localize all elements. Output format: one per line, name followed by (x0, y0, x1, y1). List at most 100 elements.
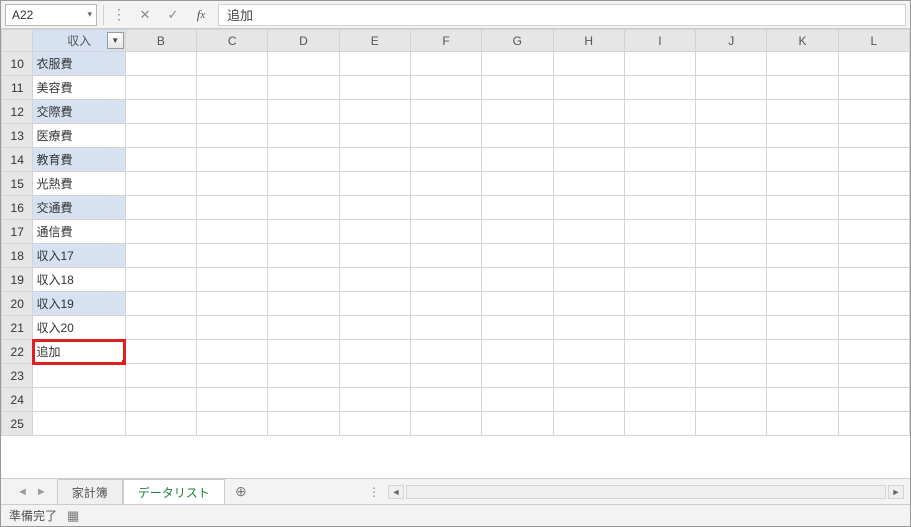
cell[interactable] (197, 292, 268, 316)
cell[interactable] (482, 316, 553, 340)
row-header[interactable]: 13 (2, 124, 33, 148)
cell[interactable] (838, 124, 909, 148)
cell[interactable] (696, 196, 767, 220)
cell[interactable] (410, 148, 481, 172)
cell[interactable] (268, 412, 339, 436)
cell[interactable] (838, 100, 909, 124)
cell[interactable] (696, 412, 767, 436)
hscroll-left-button[interactable]: ◄ (388, 485, 404, 499)
cell[interactable] (197, 388, 268, 412)
cell[interactable] (482, 100, 553, 124)
cell[interactable] (838, 244, 909, 268)
cell[interactable] (268, 244, 339, 268)
cell[interactable] (482, 220, 553, 244)
cell[interactable]: 医療費 (33, 124, 125, 148)
cell[interactable]: 美容費 (33, 76, 125, 100)
cell[interactable] (696, 340, 767, 364)
cell[interactable] (624, 364, 695, 388)
horizontal-scrollbar[interactable]: ◄ ► (388, 485, 910, 499)
cell[interactable] (339, 412, 410, 436)
cell[interactable] (838, 172, 909, 196)
cell[interactable] (339, 244, 410, 268)
cell[interactable] (268, 148, 339, 172)
cell[interactable] (553, 412, 624, 436)
cell[interactable] (553, 364, 624, 388)
cell[interactable] (125, 364, 196, 388)
cell[interactable] (268, 196, 339, 220)
cell[interactable] (410, 172, 481, 196)
cell[interactable] (696, 388, 767, 412)
cell[interactable]: 交際費 (33, 100, 125, 124)
cell[interactable] (339, 268, 410, 292)
cell[interactable] (767, 268, 838, 292)
column-header[interactable]: I (624, 30, 695, 52)
cell[interactable] (696, 52, 767, 76)
cell[interactable] (410, 268, 481, 292)
worksheet-area[interactable]: 収入▼BCDEFGHIJKL 10衣服費11美容費12交際費13医療費14教育費… (1, 29, 910, 479)
cell[interactable] (696, 76, 767, 100)
cell[interactable] (624, 100, 695, 124)
cell[interactable] (838, 292, 909, 316)
column-header[interactable]: J (696, 30, 767, 52)
cell[interactable] (33, 412, 125, 436)
fx-button[interactable]: fx (190, 4, 212, 26)
cell[interactable] (197, 316, 268, 340)
cell[interactable] (482, 124, 553, 148)
cell[interactable] (482, 268, 553, 292)
enter-button[interactable]: ✓ (162, 4, 184, 26)
cell[interactable] (553, 52, 624, 76)
cell[interactable] (624, 124, 695, 148)
cell[interactable] (197, 76, 268, 100)
cell[interactable] (553, 244, 624, 268)
cell[interactable] (624, 244, 695, 268)
cell[interactable] (624, 76, 695, 100)
cell[interactable] (33, 364, 125, 388)
cell[interactable] (339, 172, 410, 196)
cell[interactable] (553, 316, 624, 340)
cell[interactable] (624, 172, 695, 196)
cell[interactable] (838, 388, 909, 412)
cell[interactable] (339, 316, 410, 340)
cell[interactable] (410, 412, 481, 436)
cell[interactable] (767, 52, 838, 76)
cell[interactable] (838, 316, 909, 340)
hscroll-track[interactable] (406, 485, 886, 499)
cell[interactable] (767, 364, 838, 388)
cell[interactable] (482, 388, 553, 412)
cell[interactable] (339, 220, 410, 244)
cell[interactable]: 追加 (33, 340, 125, 364)
cell[interactable] (268, 100, 339, 124)
cell[interactable] (410, 196, 481, 220)
cell[interactable] (624, 52, 695, 76)
cell[interactable] (125, 316, 196, 340)
cell[interactable] (482, 292, 553, 316)
column-header[interactable]: B (125, 30, 196, 52)
cell[interactable] (125, 100, 196, 124)
column-header[interactable]: L (838, 30, 909, 52)
cell[interactable] (767, 220, 838, 244)
cell[interactable] (410, 124, 481, 148)
formula-input[interactable]: 追加 (218, 4, 906, 26)
cell[interactable] (482, 412, 553, 436)
cell[interactable] (482, 340, 553, 364)
cell[interactable] (624, 196, 695, 220)
cell[interactable] (696, 292, 767, 316)
cell[interactable] (624, 340, 695, 364)
cell[interactable] (767, 412, 838, 436)
cell[interactable] (339, 388, 410, 412)
cell[interactable] (624, 412, 695, 436)
column-header[interactable]: E (339, 30, 410, 52)
cell[interactable]: 収入19 (33, 292, 125, 316)
cell[interactable] (838, 76, 909, 100)
cell[interactable] (197, 148, 268, 172)
cell[interactable] (268, 388, 339, 412)
cell[interactable] (197, 124, 268, 148)
cell[interactable] (767, 388, 838, 412)
row-header[interactable]: 23 (2, 364, 33, 388)
cell[interactable] (410, 292, 481, 316)
cell[interactable] (624, 292, 695, 316)
cell[interactable] (125, 244, 196, 268)
more-icon[interactable]: ⋮ (110, 6, 128, 23)
cell[interactable] (125, 220, 196, 244)
cell[interactable] (410, 244, 481, 268)
